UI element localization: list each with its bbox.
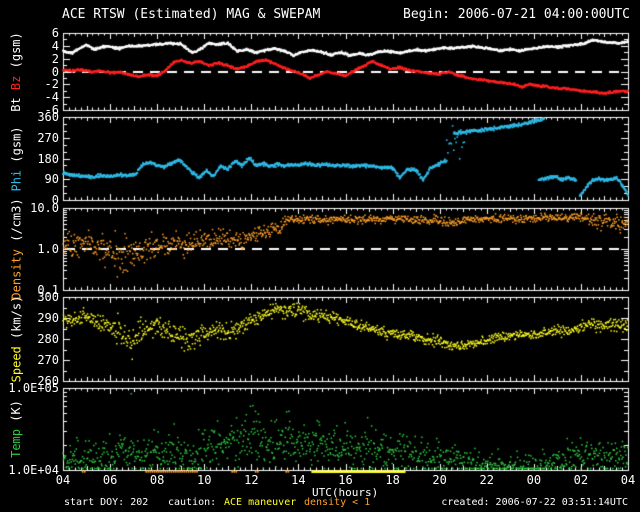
start-doy-label: start DOY: 202: [64, 497, 149, 508]
plot-canvas: [0, 0, 640, 512]
x-tick-label: 04: [55, 473, 71, 487]
x-tick-label: 18: [385, 473, 400, 487]
x-tick-label: 08: [149, 473, 165, 487]
x-tick-label: 02: [573, 473, 589, 487]
begin-timestamp: Begin: 2006-07-21 04:00:00UTC: [403, 7, 630, 22]
y-tick-label: 300: [37, 290, 59, 304]
y-tick-label: 290: [37, 311, 59, 325]
ylabel-part: Temp: [8, 421, 23, 458]
ylabel-temp: Temp (K): [9, 400, 23, 458]
caution-maneuver-label: ACE maneuver: [224, 497, 297, 508]
x-tick-label: 06: [102, 473, 118, 487]
y-tick-label: 280: [37, 332, 59, 346]
y-tick-label: 10.0: [30, 201, 59, 215]
y-tick-label: 1.0: [37, 242, 59, 256]
x-tick-label: 00: [526, 473, 542, 487]
y-tick-label: 270: [37, 130, 59, 145]
page-title: ACE RTSW (Estimated) MAG & SWEPAM: [62, 7, 321, 22]
x-tick-label: 04: [620, 473, 636, 487]
caution-label: caution:: [168, 497, 217, 508]
y-tick-label: 360: [37, 110, 59, 124]
y-tick-label: 270: [37, 353, 59, 367]
created-timestamp: created: 2006-07-22 03:51:14UTC: [441, 497, 628, 508]
x-tick-label: 20: [432, 473, 447, 487]
ylabel-part: (K): [8, 400, 23, 422]
y-tick-label: 1.0E+05: [8, 381, 59, 395]
y-tick-label: 90: [44, 172, 59, 187]
x-tick-label: 14: [291, 473, 306, 487]
x-tick-label: 16: [338, 473, 353, 487]
x-tick-label: 22: [479, 473, 494, 487]
caution-density-label: density < 1: [304, 497, 371, 508]
ace-rtsw-plot-window: ACE RTSW (Estimated) MAG & SWEPAM Begin:…: [0, 0, 640, 512]
y-tick-label: 180: [37, 151, 59, 166]
x-tick-label: 12: [244, 473, 259, 487]
x-tick-label: 10: [197, 473, 212, 487]
